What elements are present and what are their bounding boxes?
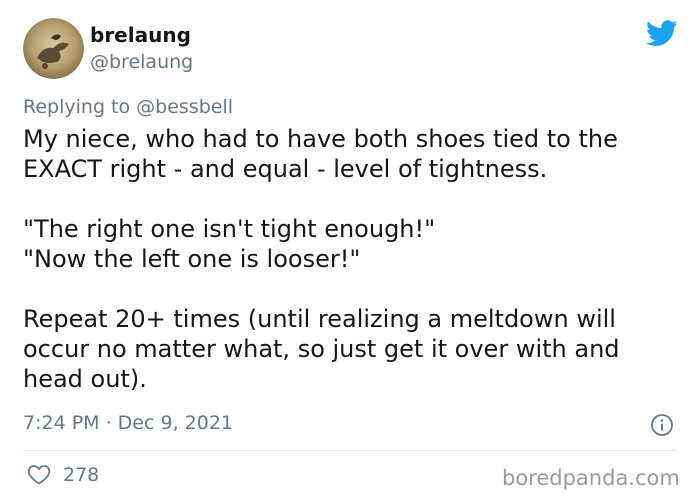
heart-icon[interactable] (27, 463, 51, 485)
tweet-text: My niece, who had to have both shoes tie… (23, 124, 683, 394)
reply-mention-link[interactable]: @bessbell (136, 96, 233, 118)
tweet-line: EXACT right - and equal - level of tight… (23, 155, 548, 183)
divider (23, 450, 677, 451)
user-handle[interactable]: @brelaung (90, 50, 193, 74)
reply-prefix: Replying to (23, 96, 131, 118)
tweet-line: "Now the left one is looser!" (23, 245, 361, 273)
tweet-card: brelaung @brelaung Replying to @bessbell… (0, 0, 700, 502)
display-name[interactable]: brelaung (90, 23, 191, 47)
avatar[interactable] (23, 18, 84, 79)
tweet-line: Repeat 20+ times (until realizing a melt… (23, 305, 616, 333)
tweet-line: occur no matter what, so just get it ove… (23, 335, 620, 363)
reply-context: Replying to @bessbell (23, 95, 233, 119)
watermark: boredpanda.com (502, 466, 680, 490)
tweet-line: head out). (23, 365, 147, 393)
tweet-line: My niece, who had to have both shoes tie… (23, 125, 618, 153)
info-icon[interactable] (650, 413, 674, 437)
tweet-line: "The right one isn't tight enough!" (23, 215, 436, 243)
twitter-bird-icon[interactable] (645, 20, 678, 47)
tweet-timestamp[interactable]: 7:24 PM · Dec 9, 2021 (23, 411, 233, 435)
like-count: 278 (63, 464, 100, 486)
